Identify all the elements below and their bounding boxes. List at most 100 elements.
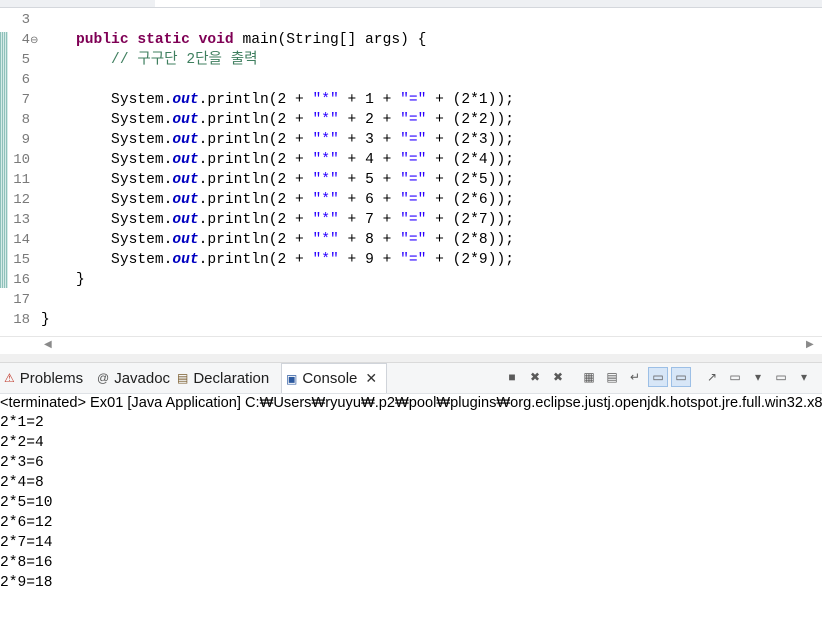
code-token: out [172,172,199,188]
pin-console-icon[interactable]: ↗ [702,367,722,387]
line-number: 5 [21,52,30,68]
scroll-left-icon[interactable]: ◀ [44,339,52,350]
code-token: + 5 + [338,172,401,188]
code-token: "*" [312,152,339,168]
remove-launch-icon[interactable]: ✖ [525,367,545,387]
code-token: "*" [312,112,339,128]
view-sash[interactable] [0,354,822,363]
console-toolbar: ■ ✖ ✖ ▦ ▤ ↵ ▭ ▭ ↗ ▭ ▾ ▭ ▾ [502,366,817,388]
code-line[interactable] [41,10,514,30]
code-line[interactable]: System.out.println(2 + "*" + 2 + "=" + (… [41,110,514,130]
toolbar-separator [571,367,577,387]
tab-problems[interactable]: ⚠ Problems [0,363,92,393]
tab-label: Javadoc [114,369,171,387]
console-line: 2*2=4 [0,435,44,451]
code-line[interactable] [41,70,514,90]
line-number: 18 [13,312,30,328]
code-token: .println(2 + [198,152,313,168]
word-wrap-icon[interactable]: ↵ [625,367,645,387]
code-token: .println(2 + [198,132,313,148]
code-line[interactable]: } [41,270,514,290]
code-token: "*" [312,172,339,188]
code-token: out [172,252,199,268]
terminate-icon[interactable]: ■ [502,367,522,387]
code-token: "=" [400,232,427,248]
collapse-icon[interactable]: ⊖ [30,36,40,46]
code-token: + (2*9)); [426,252,514,268]
code-token: + (2*4)); [426,152,514,168]
horizontal-scrollbar[interactable]: ◀ ▶ [0,336,822,355]
code-token: "=" [400,172,427,188]
code-token: // 구구단 2단을 출력 [41,52,258,68]
scroll-lock-icon[interactable]: ▤ [602,367,622,387]
code-line[interactable] [41,290,514,310]
clear-console-icon[interactable]: ▦ [579,367,599,387]
editor-tab-active[interactable] [155,0,260,7]
tab-javadoc[interactable]: @ Javadoc [93,363,172,393]
tab-console[interactable]: ▣ Console ✕ [281,363,387,393]
dropdown-arrow-icon[interactable]: ▾ [794,367,814,387]
console-status-line: <terminated> Ex01 [Java Application] C:₩… [0,395,822,411]
line-number: 4 [21,32,30,48]
code-line[interactable]: System.out.println(2 + "*" + 5 + "=" + (… [41,170,514,190]
tab-label: Declaration [193,369,270,387]
code-editor[interactable]: 3 4 5 6 7 8 9 10 11 12 13 14 15 16 17 18 ⊖ public stati… [0,8,822,336]
line-number: 13 [13,212,30,228]
code-token: } [41,312,50,328]
code-token: out [172,132,199,148]
code-token: System. [41,152,173,168]
line-number: 16 [13,272,30,288]
code-line[interactable]: System.out.println(2 + "*" + 4 + "=" + (… [41,150,514,170]
scroll-right-icon[interactable]: ▶ [806,339,814,350]
code-token: System. [41,232,173,248]
code-token: System. [41,112,173,128]
tab-label: Console [302,370,358,387]
code-token: + (2*2)); [426,112,514,128]
code-line[interactable]: System.out.println(2 + "*" + 8 + "=" + (… [41,230,514,250]
code-line[interactable]: System.out.println(2 + "*" + 9 + "=" + (… [41,250,514,270]
code-token: System. [41,252,173,268]
source-code[interactable]: public static void main(String[] args) {… [41,10,514,330]
code-line[interactable]: System.out.println(2 + "*" + 3 + "=" + (… [41,130,514,150]
code-token: + 3 + [338,132,401,148]
show-on-stdout-icon[interactable]: ▭ [648,367,668,387]
code-token: out [172,112,199,128]
open-console-icon[interactable]: ▭ [771,367,791,387]
code-token: + (2*5)); [426,172,514,188]
code-token: main(String[] args) { [233,32,427,48]
code-line[interactable]: public static void main(String[] args) { [41,30,514,50]
code-token: void [198,32,234,48]
code-line[interactable]: System.out.println(2 + "*" + 1 + "=" + (… [41,90,514,110]
code-token: out [172,212,199,228]
line-number: 7 [21,92,30,108]
code-token: + 9 + [338,252,401,268]
show-on-stderr-icon[interactable]: ▭ [671,367,691,387]
code-line[interactable]: System.out.println(2 + "*" + 7 + "=" + (… [41,210,514,230]
code-token: + 7 + [338,212,401,228]
code-token: System. [41,92,173,108]
code-token: "=" [400,212,427,228]
code-token: + (2*7)); [426,212,514,228]
problems-icon: ⚠ [4,371,15,385]
console-line: 2*9=18 [0,575,53,591]
tab-declaration[interactable]: ▤ Declaration [173,363,280,393]
line-number: 14 [13,232,30,248]
line-number: 11 [13,172,30,188]
console-output[interactable]: 2*1=2 2*2=4 2*3=6 2*4=8 2*5=10 2*6=12 2*7=14 2*… [0,413,53,593]
code-token: + (2*8)); [426,232,514,248]
code-line[interactable]: System.out.println(2 + "*" + 6 + "=" + (… [41,190,514,210]
line-number: 17 [13,292,30,308]
close-icon[interactable]: ✕ [365,370,377,387]
code-line[interactable]: // 구구단 2단을 출력 [41,50,514,70]
code-token: "=" [400,132,427,148]
code-token: + 4 + [338,152,401,168]
code-token: + 2 + [338,112,401,128]
javadoc-icon: @ [97,371,110,385]
code-token: + (2*1)); [426,92,514,108]
dropdown-arrow-icon[interactable]: ▾ [748,367,768,387]
code-line[interactable]: } [41,310,514,330]
code-token: out [172,232,199,248]
remove-all-terminated-icon[interactable]: ✖ [548,367,568,387]
editor-tab-strip [0,0,822,8]
display-console-icon[interactable]: ▭ [725,367,745,387]
